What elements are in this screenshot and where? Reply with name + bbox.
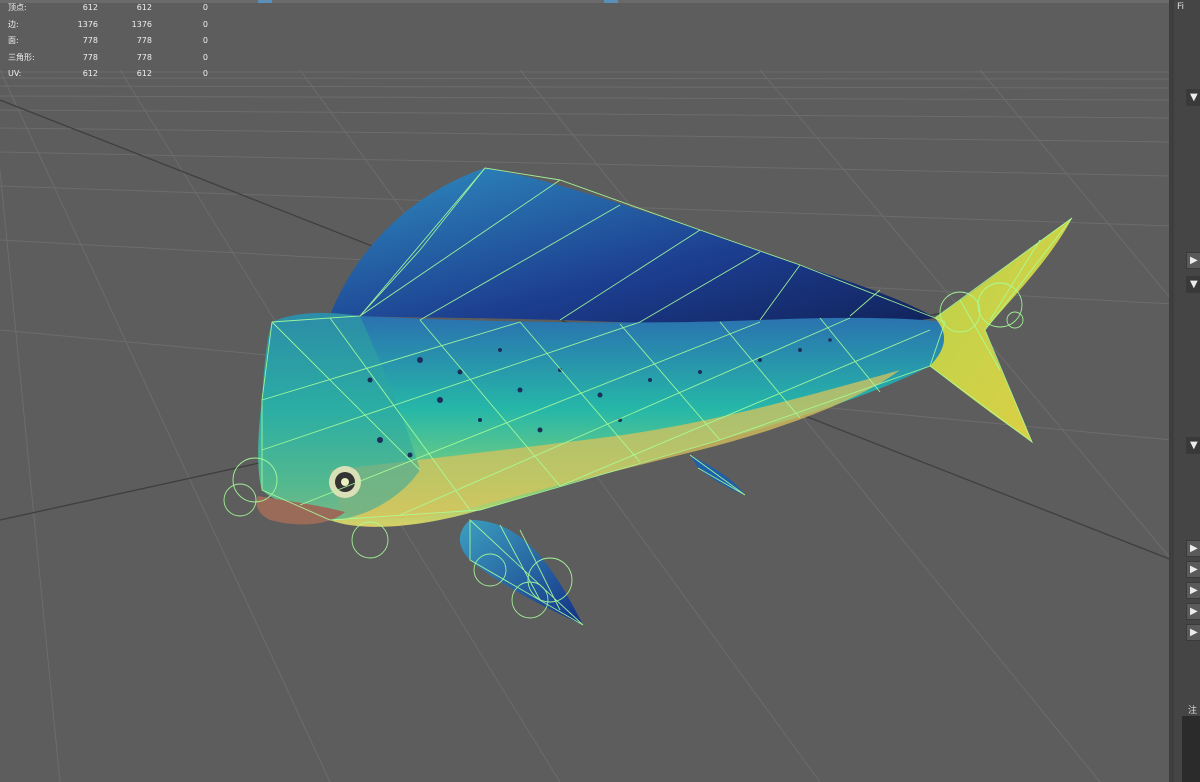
hud-label: UV: <box>8 69 22 78</box>
hud-value: 1376 <box>77 19 98 29</box>
3d-viewport[interactable]: 顶点: 612 612 0 边: 1376 1376 0 面: 778 778 … <box>0 0 1172 782</box>
hud-value: 778 <box>136 52 152 62</box>
panel-bottom-area <box>1182 716 1200 782</box>
poly-count-hud: 顶点: 612 612 0 边: 1376 1376 0 面: 778 778 … <box>6 0 216 83</box>
panel-title: Fi <box>1177 2 1185 12</box>
hud-value: 778 <box>136 36 152 45</box>
hud-value: 0 <box>202 3 208 12</box>
expand-arrow-icon[interactable]: ▶ <box>1186 603 1200 620</box>
hud-value: 0 <box>202 19 208 29</box>
hud-value: 0 <box>202 52 208 62</box>
expand-arrow-icon[interactable]: ▶ <box>1186 624 1200 641</box>
viewport-scene <box>0 69 1172 782</box>
panel-footer-label: 注 <box>1188 706 1198 716</box>
dropdown-arrow-icon[interactable]: ▼ <box>1186 437 1200 454</box>
hud-value: 0 <box>202 36 208 45</box>
hud-row-edges: 边: 1376 1376 0 <box>6 17 216 34</box>
hud-row-vertices: 顶点: 612 612 0 <box>6 0 216 17</box>
hud-value: 778 <box>82 36 98 45</box>
expand-arrow-icon[interactable]: ▶ <box>1186 582 1200 599</box>
hud-value: 612 <box>82 3 98 12</box>
hud-value: 1376 <box>131 19 152 29</box>
hud-label: 三角形: <box>8 52 35 62</box>
attribute-editor-panel: Fi ▼ ▶ ▼ ▼ ▶ ▶ ▶ ▶ ▶ 注 <box>1174 0 1200 782</box>
hud-row-faces: 面: 778 778 0 <box>6 33 216 50</box>
hud-value: 0 <box>202 69 208 78</box>
expand-arrow-icon[interactable]: ▶ <box>1186 561 1200 578</box>
dropdown-arrow-icon[interactable]: ▼ <box>1186 89 1200 106</box>
dorado-fish-model <box>223 167 1073 626</box>
hud-label: 边: <box>8 19 19 29</box>
dropdown-arrow-icon[interactable]: ▼ <box>1186 276 1200 293</box>
hud-row-uvs: UV: 612 612 0 <box>6 66 216 83</box>
expand-arrow-icon[interactable]: ▶ <box>1186 540 1200 557</box>
hud-value: 612 <box>136 3 152 12</box>
hud-value: 612 <box>136 69 152 78</box>
hud-row-triangles: 三角形: 778 778 0 <box>6 50 216 67</box>
play-arrow-icon[interactable]: ▶ <box>1186 252 1200 269</box>
hud-label: 顶点: <box>8 3 27 12</box>
hud-value: 778 <box>82 52 98 62</box>
hud-label: 面: <box>8 36 19 45</box>
hud-value: 612 <box>82 69 98 78</box>
